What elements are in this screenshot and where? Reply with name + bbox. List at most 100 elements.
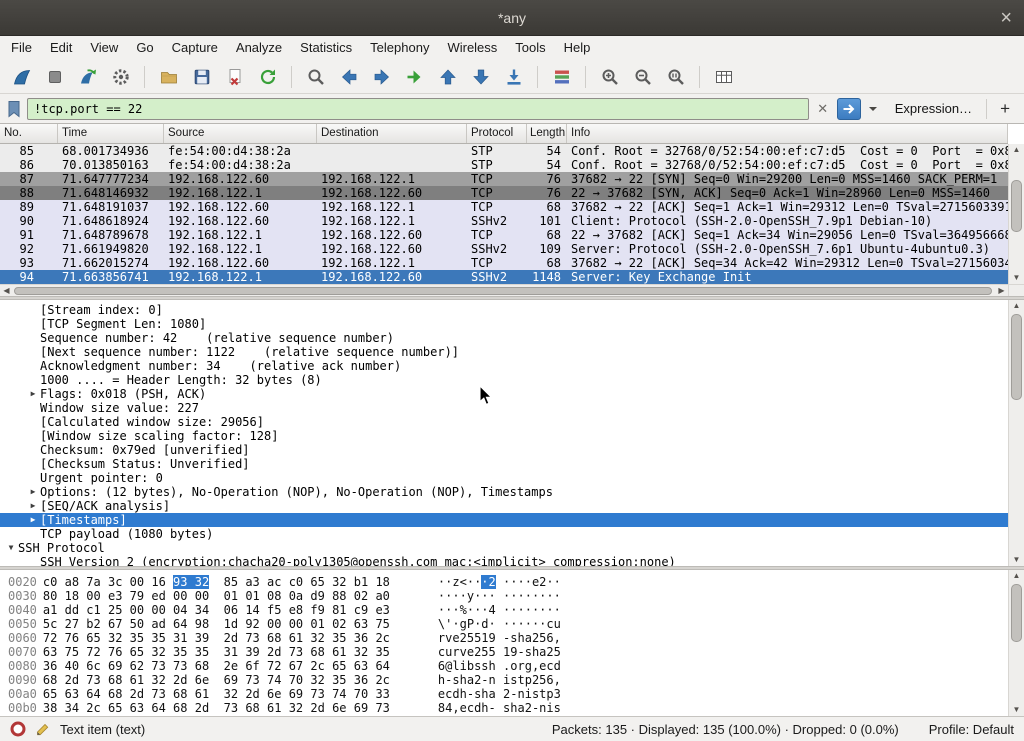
filter-apply-button[interactable] [837, 98, 861, 120]
packet-row-88[interactable]: 8871.648146932192.168.122.1192.168.122.6… [0, 186, 1008, 200]
column-header-source[interactable]: Source [164, 124, 317, 143]
start-capture-button[interactable] [6, 63, 37, 91]
column-header-info[interactable]: Info [567, 124, 1008, 143]
detail-line[interactable]: ▼SSH Protocol [0, 541, 1008, 555]
packet-row-89[interactable]: 8971.648191037192.168.122.60192.168.122.… [0, 200, 1008, 214]
menu-view[interactable]: View [81, 36, 127, 60]
detail-line[interactable]: [Next sequence number: 1122 (relative se… [0, 345, 1008, 359]
menu-help[interactable]: Help [555, 36, 600, 60]
detail-line[interactable]: [TCP Segment Len: 1080] [0, 317, 1008, 331]
detail-line[interactable]: Urgent pointer: 0 [0, 471, 1008, 485]
expander-collapsed-icon[interactable]: ▶ [26, 499, 40, 513]
detail-line[interactable]: SSH Version 2 (encryption:chacha20-poly1… [0, 555, 1008, 566]
go-forward-button[interactable] [366, 63, 397, 91]
column-header-length[interactable]: Length [527, 124, 567, 143]
packet-row-90[interactable]: 9071.648618924192.168.122.60192.168.122.… [0, 214, 1008, 228]
scroll-up-icon[interactable]: ▲ [1009, 300, 1024, 312]
open-file-button[interactable] [153, 63, 184, 91]
auto-scroll-button[interactable] [498, 63, 529, 91]
scrollbar-thumb[interactable] [1011, 584, 1022, 642]
menu-file[interactable]: File [2, 36, 41, 60]
column-header-protocol[interactable]: Protocol [467, 124, 527, 143]
hex-row-00a0[interactable]: 00a065 63 64 68 2d 73 68 61 32 2d 6e 69 … [0, 687, 1008, 701]
packet-row-86[interactable]: 8670.013850163fe:54:00:d4:38:2aSTP54Conf… [0, 158, 1008, 172]
packet-row-85[interactable]: 8568.001734936fe:54:00:d4:38:2aSTP54Conf… [0, 144, 1008, 158]
detail-line[interactable]: ▶Flags: 0x018 (PSH, ACK) [0, 387, 1008, 401]
scroll-down-icon[interactable]: ▼ [1009, 272, 1024, 284]
close-window-button[interactable]: × [1000, 0, 1012, 36]
go-back-button[interactable] [333, 63, 364, 91]
go-last-button[interactable] [465, 63, 496, 91]
menu-analyze[interactable]: Analyze [227, 36, 291, 60]
detail-line[interactable]: ▶Options: (12 bytes), No-Operation (NOP)… [0, 485, 1008, 499]
restart-capture-button[interactable] [72, 63, 103, 91]
menu-wireless[interactable]: Wireless [438, 36, 506, 60]
packet-row-92[interactable]: 9271.661949820192.168.122.1192.168.122.6… [0, 242, 1008, 256]
column-header-no[interactable]: No. [0, 124, 58, 143]
zoom-out-button[interactable] [627, 63, 658, 91]
go-to-packet-button[interactable] [399, 63, 430, 91]
expander-expanded-icon[interactable]: ▼ [4, 541, 18, 555]
expert-info-icon[interactable] [10, 721, 26, 737]
packet-row-91[interactable]: 9171.648789678192.168.122.1192.168.122.6… [0, 228, 1008, 242]
expander-collapsed-icon[interactable]: ▶ [26, 485, 40, 499]
filter-clear-button[interactable]: ✕ [813, 98, 833, 120]
menu-statistics[interactable]: Statistics [291, 36, 361, 60]
scrollbar-thumb[interactable] [14, 287, 992, 295]
expression-button[interactable]: Expression… [885, 101, 982, 116]
add-filter-button[interactable]: + [991, 99, 1019, 119]
packet-row-93[interactable]: 9371.662015274192.168.122.60192.168.122.… [0, 256, 1008, 270]
capture-options-button[interactable] [105, 63, 136, 91]
scroll-down-icon[interactable]: ▼ [1009, 554, 1024, 566]
column-header-time[interactable]: Time [58, 124, 164, 143]
detail-line[interactable]: Sequence number: 42 (relative sequence n… [0, 331, 1008, 345]
detail-line[interactable]: [Stream index: 0] [0, 303, 1008, 317]
hex-row-0080[interactable]: 008036 40 6c 69 62 73 73 68 2e 6f 72 67 … [0, 659, 1008, 673]
close-file-button[interactable] [219, 63, 250, 91]
filter-bookmark-button[interactable] [5, 98, 23, 120]
hex-row-0070[interactable]: 007063 75 72 76 65 32 35 35 31 39 2d 73 … [0, 645, 1008, 659]
scroll-down-icon[interactable]: ▼ [1009, 704, 1024, 716]
hex-row-00b0[interactable]: 00b038 34 2c 65 63 64 68 2d 73 68 61 32 … [0, 701, 1008, 715]
hex-row-0060[interactable]: 006072 76 65 32 35 35 31 39 2d 73 68 61 … [0, 631, 1008, 645]
hex-row-0020[interactable]: 0020c0 a8 7a 3c 00 16 93 32 85 a3 ac c0 … [0, 575, 1008, 589]
menu-telephony[interactable]: Telephony [361, 36, 438, 60]
display-filter-input[interactable] [27, 98, 809, 120]
menu-tools[interactable]: Tools [506, 36, 554, 60]
reload-file-button[interactable] [252, 63, 283, 91]
colorize-button[interactable] [546, 63, 577, 91]
resize-columns-button[interactable] [708, 63, 739, 91]
detail-line[interactable]: [Window size scaling factor: 128] [0, 429, 1008, 443]
detail-line[interactable]: TCP payload (1080 bytes) [0, 527, 1008, 541]
detail-line[interactable]: [Calculated window size: 29056] [0, 415, 1008, 429]
detail-line[interactable]: Checksum: 0x79ed [unverified] [0, 443, 1008, 457]
hex-row-0040[interactable]: 0040a1 dd c1 25 00 00 04 34 06 14 f5 e8 … [0, 603, 1008, 617]
find-packet-button[interactable] [300, 63, 331, 91]
zoom-in-button[interactable] [594, 63, 625, 91]
save-file-button[interactable] [186, 63, 217, 91]
profile-selector[interactable]: Profile: Default [929, 722, 1014, 737]
scroll-up-icon[interactable]: ▲ [1009, 144, 1024, 156]
detail-line[interactable]: 1000 .... = Header Length: 32 bytes (8) [0, 373, 1008, 387]
hex-row-0050[interactable]: 00505c 27 b2 67 50 ad 64 98 1d 92 00 00 … [0, 617, 1008, 631]
packet-row-87[interactable]: 8771.647777234192.168.122.60192.168.122.… [0, 172, 1008, 186]
scrollbar-thumb[interactable] [1011, 180, 1022, 232]
stop-capture-button[interactable] [39, 63, 70, 91]
pencil-icon[interactable] [35, 721, 51, 737]
hex-row-0090[interactable]: 009068 2d 73 68 61 32 2d 6e 69 73 74 70 … [0, 673, 1008, 687]
scroll-right-icon[interactable]: ▶ [995, 285, 1008, 296]
menu-go[interactable]: Go [127, 36, 162, 60]
detail-line[interactable]: ▶[Timestamps] [0, 513, 1008, 527]
go-first-button[interactable] [432, 63, 463, 91]
scrollbar-thumb[interactable] [1011, 314, 1022, 400]
detail-line[interactable]: Acknowledgment number: 34 (relative ack … [0, 359, 1008, 373]
title-bar[interactable]: *any × [0, 0, 1024, 36]
detail-line[interactable]: ▶[SEQ/ACK analysis] [0, 499, 1008, 513]
expander-collapsed-icon[interactable]: ▶ [26, 513, 40, 527]
packet-row-94[interactable]: 9471.663856741192.168.122.1192.168.122.6… [0, 270, 1008, 284]
column-header-destination[interactable]: Destination [317, 124, 467, 143]
scroll-left-icon[interactable]: ◀ [0, 285, 13, 296]
hex-row-0030[interactable]: 003080 18 00 e3 79 ed 00 00 01 01 08 0a … [0, 589, 1008, 603]
expander-collapsed-icon[interactable]: ▶ [26, 387, 40, 401]
filter-history-dropdown-button[interactable] [865, 98, 881, 120]
